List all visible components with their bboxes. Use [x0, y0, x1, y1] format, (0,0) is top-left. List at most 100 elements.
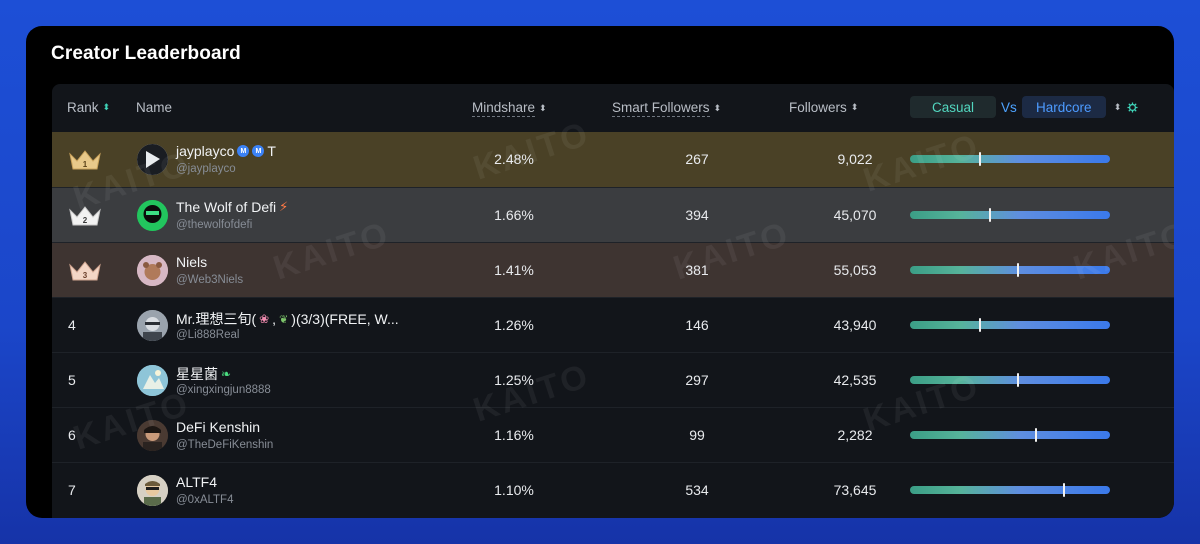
crown-rank-number: 1 [83, 160, 88, 169]
smart-followers-value: 146 [685, 317, 709, 333]
mindshare-value: 2.48% [494, 151, 534, 167]
creator-name-text: ALTF4 [176, 474, 217, 490]
hardcore-toggle[interactable]: Hardcore [1021, 96, 1106, 118]
creator-name-text: )(3/3)(FREE, W... [291, 311, 399, 327]
dinosaur-icon: ❧ [221, 367, 232, 381]
creator-name[interactable]: Niels [176, 254, 207, 270]
mindshare-header-label: Mindshare [472, 100, 536, 117]
casual-hardcore-marker [979, 152, 981, 166]
creator-name[interactable]: 星星菌 ❧ [176, 364, 231, 384]
casual-hardcore-bar [910, 263, 1110, 277]
casual-hardcore-bar [910, 318, 1110, 332]
crown-silver-icon: 2 [69, 206, 101, 226]
creator-handle: @0xALTF4 [176, 494, 234, 506]
sort-icon[interactable]: ⬍ [1114, 102, 1122, 113]
avatar[interactable] [137, 310, 168, 341]
creator-handle: @Web3Niels [176, 274, 244, 286]
avatar[interactable] [137, 255, 168, 286]
followers-value: 9,022 [837, 151, 873, 167]
smart-followers-value: 297 [685, 372, 709, 388]
creator-name[interactable]: The Wolf of Defi ⚡ [176, 199, 288, 215]
sort-icon[interactable]: ⬍ [103, 103, 111, 112]
table-row[interactable]: 5 星星菌 ❧ @xingxingjun8888 1.25% 297 42,53… [52, 352, 1174, 407]
casual-hardcore-marker [1017, 263, 1019, 277]
mindshare-value: 1.26% [494, 317, 534, 333]
creator-name[interactable]: DeFi Kenshin [176, 419, 260, 435]
followers-value: 2,282 [837, 427, 873, 443]
casual-toggle[interactable]: Casual [910, 96, 996, 118]
creator-name[interactable]: Mr.理想三旬( ❀ , ❦ )(3/3)(FREE, W... [176, 309, 399, 329]
casual-hardcore-marker [1017, 373, 1019, 387]
followers-value: 43,940 [833, 317, 877, 333]
creator-handle: @jayplayco [176, 163, 236, 175]
name-header-label: Name [136, 100, 173, 115]
smart-followers-value: 267 [685, 151, 709, 167]
rank-column-header[interactable]: Rank ⬍ [67, 100, 110, 115]
avatar[interactable] [137, 144, 168, 175]
table-row[interactable]: 6 DeFi Kenshin @TheDeFiKenshin 1.16% 99 … [52, 407, 1174, 462]
followers-value: 42,535 [833, 372, 877, 388]
mindshare-value: 1.25% [494, 372, 534, 388]
leaf-icon: ❦ [279, 313, 289, 326]
mindshare-value: 1.66% [494, 207, 534, 223]
mindshare-value: 1.41% [494, 262, 534, 278]
creator-name[interactable]: ALTF4 [176, 474, 217, 490]
card-title: Creator Leaderboard [51, 43, 241, 64]
smart-followers-column-header[interactable]: Smart Followers ⬍ [612, 100, 721, 117]
rank-number: 7 [68, 482, 76, 498]
casual-hardcore-bar [910, 428, 1110, 442]
casual-hardcore-bar [910, 483, 1110, 497]
creator-handle: @TheDeFiKenshin [176, 439, 274, 451]
mindshare-value: 1.16% [494, 427, 534, 443]
table-header: Rank ⬍ Name Mindshare ⬍ Smart Followers … [52, 84, 1174, 132]
table-row[interactable]: 4 Mr.理想三旬( ❀ , ❦ )(3/3)(FREE, W... @Li88… [52, 297, 1174, 352]
creator-name-text: jayplayco [176, 143, 235, 159]
table-row[interactable]: 1 jayplayco M M T @jayplayco 2.48% 267 9… [52, 132, 1174, 187]
casual-hardcore-marker [1063, 483, 1065, 497]
creator-name-suffix: T [267, 143, 276, 159]
table-row[interactable]: 7 ALTF4 @0xALTF4 1.10% 534 73,645 [52, 462, 1174, 517]
crown-bronze-icon: 3 [69, 261, 101, 281]
verified-badge-icon: M [237, 145, 250, 157]
gear-icon[interactable] [1127, 101, 1138, 113]
table-row[interactable]: 3 Niels @Web3Niels 1.41% 381 55,053 [52, 242, 1174, 297]
casual-vs-hardcore-header: Casual Vs Hardcore ⬍ [910, 96, 1138, 118]
casual-hardcore-bar [910, 373, 1110, 387]
rank-number: 5 [68, 372, 76, 388]
sort-icon[interactable]: ⬍ [539, 104, 547, 113]
casual-hardcore-bar [910, 208, 1110, 222]
creator-handle: @xingxingjun8888 [176, 384, 271, 396]
followers-column-header[interactable]: Followers ⬍ [789, 100, 858, 115]
verified-badge-icon: M [252, 145, 265, 157]
smart-followers-value: 534 [685, 482, 709, 498]
mindshare-value: 1.10% [494, 482, 534, 498]
crown-rank-number: 3 [83, 271, 88, 280]
creator-name-text: The Wolf of Defi [176, 199, 277, 215]
leaderboard-table: Rank ⬍ Name Mindshare ⬍ Smart Followers … [52, 84, 1174, 518]
crown-rank-number: 2 [83, 216, 88, 225]
casual-hardcore-marker [989, 208, 991, 222]
smart-followers-header-label: Smart Followers [612, 100, 710, 117]
casual-hardcore-marker [1035, 428, 1037, 442]
leaderboard-card: Creator Leaderboard Rank ⬍ Name Mindshar… [26, 26, 1174, 518]
followers-value: 73,645 [833, 482, 877, 498]
avatar[interactable] [137, 200, 168, 231]
mindshare-column-header[interactable]: Mindshare ⬍ [472, 100, 547, 117]
vs-label: Vs [1001, 99, 1017, 115]
crown-gold-icon: 1 [69, 150, 101, 170]
avatar[interactable] [137, 365, 168, 396]
avatar[interactable] [137, 475, 168, 506]
table-row[interactable]: 2 The Wolf of Defi ⚡ @thewolfofdefi 1.66… [52, 187, 1174, 242]
sort-icon[interactable]: ⬍ [714, 104, 722, 113]
creator-handle: @Li888Real [176, 329, 240, 341]
creator-name-text: DeFi Kenshin [176, 419, 261, 435]
followers-header-label: Followers [789, 100, 847, 115]
casual-hardcore-marker [979, 318, 981, 332]
avatar[interactable] [137, 420, 168, 451]
rank-header-label: Rank [67, 100, 99, 115]
creator-name[interactable]: jayplayco M M T [176, 143, 276, 159]
sort-icon[interactable]: ⬍ [851, 103, 859, 112]
name-column-header: Name [136, 100, 172, 115]
flower-icon: ❀ [259, 312, 270, 326]
creator-name-text: Mr.理想三旬( [176, 311, 257, 327]
